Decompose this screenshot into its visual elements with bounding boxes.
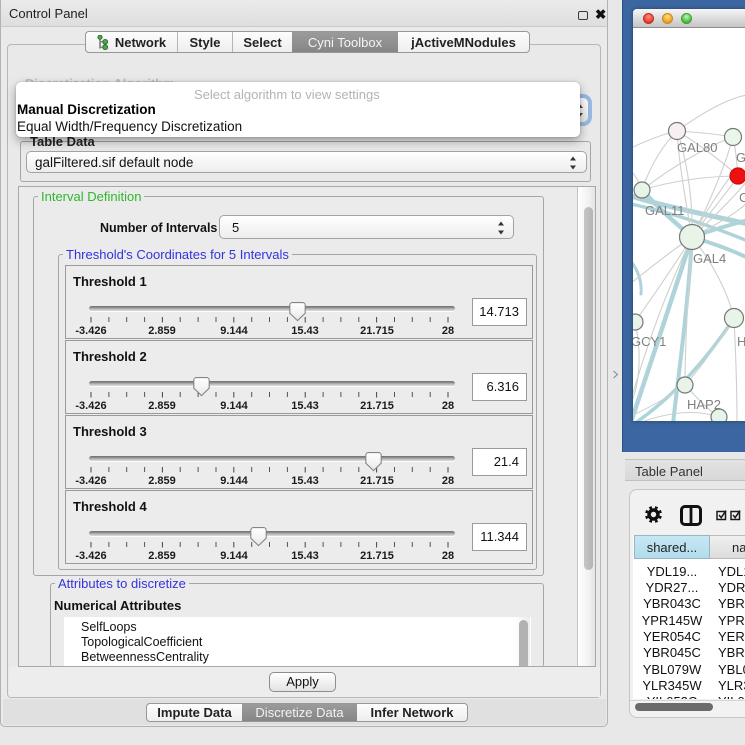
- svg-text:H: H: [737, 334, 745, 349]
- svg-text:GAL4: GAL4: [693, 251, 726, 266]
- svg-text:GAL80: GAL80: [677, 140, 717, 155]
- svg-text:GCY1: GCY1: [633, 334, 666, 349]
- svg-text:C: C: [739, 190, 745, 205]
- svg-text:GAL11: GAL11: [645, 203, 685, 218]
- svg-text:GA: GA: [736, 150, 745, 165]
- svg-text:HAP2: HAP2: [687, 397, 721, 412]
